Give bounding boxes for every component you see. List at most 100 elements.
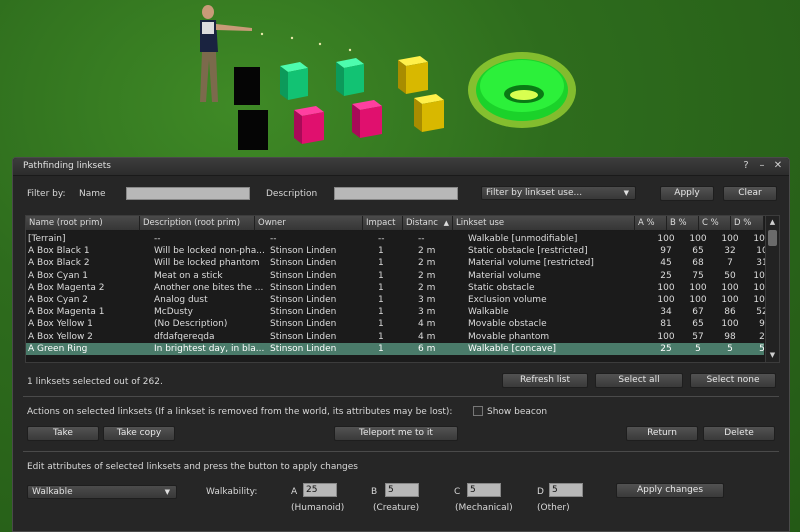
table-cell: 1 — [378, 270, 384, 281]
column-header-distance-label: Distanc — [406, 218, 438, 228]
column-header-b[interactable]: B % — [667, 216, 699, 231]
table-cell: 1 — [378, 331, 384, 342]
table-cell: 68 — [692, 258, 704, 269]
table-cell: 34 — [660, 307, 672, 318]
table-cell: Stinson Linden — [270, 343, 337, 354]
table-cell: 1 — [378, 246, 384, 257]
table-scrollbar[interactable]: ▲ ▼ — [765, 216, 779, 362]
table-row[interactable]: A Box Yellow 1 (No Description) Stinson Li… — [26, 318, 765, 330]
table-cell: Stinson Linden — [270, 258, 337, 269]
take-button[interactable]: Take — [27, 426, 99, 441]
table-cell: Walkable [concave] — [468, 343, 557, 354]
table-row[interactable]: A Box Magenta 1 McDusty Stinson Linden 1 3 m… — [26, 306, 768, 318]
table-row[interactable]: A Box Magenta 2 Another one bites the ...… — [26, 282, 771, 294]
minimize-icon[interactable]: – — [756, 160, 768, 172]
box-magenta-2[interactable] — [352, 100, 382, 138]
table-header: Name (root prim) Description (root prim)… — [26, 216, 764, 232]
table-cell: Stinson Linden — [270, 319, 337, 330]
box-black-2[interactable] — [238, 110, 268, 150]
table-row[interactable]: A Box Yellow 2 dfdafqereqda Stinson Linden… — [26, 331, 765, 343]
box-cyan-1[interactable] — [280, 62, 308, 100]
refresh-list-button[interactable]: Refresh list — [502, 373, 588, 388]
close-icon[interactable]: ✕ — [772, 160, 784, 172]
description-filter-input[interactable] — [334, 187, 458, 200]
table-cell: 32 — [724, 246, 736, 257]
walkability-b-input[interactable]: 5 — [385, 483, 419, 497]
edit-section-label: Edit attributes of selected linksets and… — [27, 462, 359, 472]
table-row[interactable]: A Green Ring In brightest day, in bla... S… — [26, 342, 765, 355]
table-cell: 81 — [660, 319, 672, 330]
apply-changes-button[interactable]: Apply changes — [616, 483, 724, 498]
table-cell: Walkable [unmodifiable] — [468, 234, 578, 244]
delete-button[interactable]: Delete — [703, 426, 775, 441]
column-header-owner[interactable]: Owner — [255, 216, 363, 231]
table-row[interactable]: A Box Cyan 1 Meat on a stick Stinson Linde… — [26, 270, 771, 282]
table-cell: 86 — [724, 307, 736, 318]
linkset-use-value: Walkable — [32, 487, 73, 497]
teleport-button[interactable]: Teleport me to it — [334, 426, 458, 441]
table-cell: 65 — [692, 246, 704, 257]
table-cell: Static obstacle — [468, 282, 535, 293]
box-magenta-1[interactable] — [294, 106, 324, 144]
walkability-a-caption: (Humanoid) — [291, 503, 345, 513]
column-header-name[interactable]: Name (root prim) — [26, 216, 140, 231]
table-cell: Material volume [restricted] — [468, 258, 594, 269]
column-header-impact[interactable]: Impact — [363, 216, 403, 231]
table-cell: 1 — [378, 307, 384, 318]
column-header-description[interactable]: Description (root prim) — [140, 216, 255, 231]
box-yellow-2[interactable] — [414, 94, 444, 132]
walkability-c-caption: (Mechanical) — [455, 503, 513, 513]
column-header-linkset-use[interactable]: Linkset use — [453, 216, 635, 231]
table-cell: [Terrain] — [28, 234, 66, 244]
box-black-1[interactable] — [234, 67, 260, 105]
title-bar[interactable]: Pathfinding linksets ? – ✕ — [13, 158, 789, 176]
table-cell: Will be locked phantom — [154, 258, 260, 269]
green-ring[interactable] — [468, 52, 576, 128]
scroll-thumb[interactable] — [768, 230, 777, 246]
actions-section-label: Actions on selected linksets (If a links… — [27, 407, 453, 417]
take-copy-button[interactable]: Take copy — [103, 426, 175, 441]
walkability-a-input[interactable]: 25 — [303, 483, 337, 497]
help-icon[interactable]: ? — [740, 160, 752, 172]
select-none-button[interactable]: Select none — [690, 373, 776, 388]
table-cell: Exclusion volume — [468, 294, 547, 305]
table-row[interactable]: [Terrain] -- -- -- -- Walkable [unmodifiable]… — [26, 233, 771, 245]
table-cell: 3 m — [418, 307, 436, 318]
box-yellow-1[interactable] — [398, 56, 428, 94]
table-row[interactable]: A Box Black 2 Will be locked phantom Stins… — [26, 257, 768, 269]
name-filter-input[interactable] — [126, 187, 250, 200]
column-header-distance[interactable]: Distanc ▲ — [403, 216, 453, 231]
column-header-c[interactable]: C % — [699, 216, 731, 231]
table-cell: 100 — [657, 282, 675, 293]
show-beacon-checkbox[interactable] — [473, 406, 483, 416]
walkability-c-input[interactable]: 5 — [467, 483, 501, 497]
table-cell: Stinson Linden — [270, 282, 337, 293]
select-all-button[interactable]: Select all — [595, 373, 683, 388]
table-cell: (No Description) — [154, 319, 228, 330]
apply-filter-button[interactable]: Apply — [660, 186, 714, 201]
scroll-up-icon[interactable]: ▲ — [767, 217, 778, 228]
walkability-b-letter: B — [371, 487, 378, 497]
box-cyan-2[interactable] — [336, 58, 364, 96]
scroll-down-icon[interactable]: ▼ — [767, 350, 778, 361]
walkability-d-input[interactable]: 5 — [549, 483, 583, 497]
column-header-a[interactable]: A % — [635, 216, 667, 231]
section-divider — [23, 396, 779, 397]
walkability-a-letter: A — [291, 487, 298, 497]
table-row[interactable]: A Box Black 1 Will be locked non-pha... St… — [26, 245, 768, 257]
return-button[interactable]: Return — [626, 426, 698, 441]
table-row[interactable]: A Box Cyan 2 Analog dust Stinson Linden 1 3 … — [26, 294, 771, 306]
table-cell: 100 — [721, 319, 739, 330]
table-cell: 25 — [660, 270, 672, 281]
clear-filter-button[interactable]: Clear — [723, 186, 777, 201]
linkset-use-combo[interactable]: Walkable ▼ — [27, 485, 177, 499]
table-cell: 100 — [721, 234, 739, 244]
table-cell: 5 — [727, 343, 733, 354]
column-header-d[interactable]: D % — [731, 216, 764, 231]
linkset-use-filter-combo[interactable]: Filter by linkset use... ▼ — [481, 186, 636, 200]
table-cell: -- — [378, 234, 385, 244]
table-cell: -- — [418, 234, 425, 244]
linkset-use-filter-value: Filter by linkset use... — [486, 188, 583, 198]
table-cell: 4 m — [418, 331, 436, 342]
table-cell: 98 — [724, 331, 736, 342]
